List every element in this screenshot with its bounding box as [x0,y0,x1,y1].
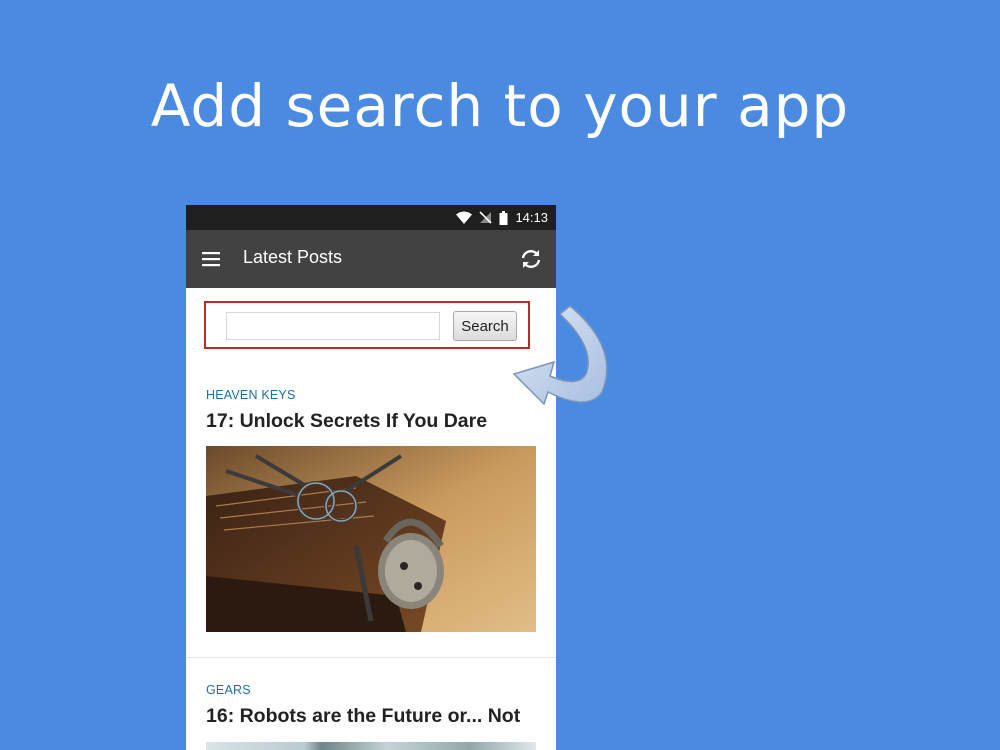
divider [186,657,556,658]
app-title: Latest Posts [243,247,343,267]
search-widget-highlight: Search [204,301,530,349]
battery-icon [499,210,508,225]
headline: Add search to your app [150,72,850,140]
refresh-icon[interactable] [518,246,544,272]
post-title[interactable]: 17: Unlock Secrets If You Dare [206,410,536,433]
post-category[interactable]: GEARS [206,683,536,697]
curved-arrow-icon [512,305,608,406]
status-time: 14:13 [515,210,548,225]
post-title[interactable]: 16: Robots are the Future or... Not [206,705,536,728]
phone-screen: 14:13 Latest Posts Search HEAVEN KEYS 17… [186,205,556,750]
app-bar: Latest Posts [186,230,556,288]
post-thumbnail-robots-image[interactable] [206,742,536,750]
post-category[interactable]: HEAVEN KEYS [206,388,536,402]
post-item[interactable]: HEAVEN KEYS 17: Unlock Secrets If You Da… [206,388,536,433]
status-bar: 14:13 [186,205,556,230]
post-thumbnail-keys-image[interactable] [206,446,536,632]
search-input[interactable] [226,312,440,340]
no-signal-icon [479,211,493,224]
wifi-icon [456,211,473,224]
post-item[interactable]: GEARS 16: Robots are the Future or... No… [206,683,536,728]
hamburger-menu-icon[interactable] [200,248,222,270]
